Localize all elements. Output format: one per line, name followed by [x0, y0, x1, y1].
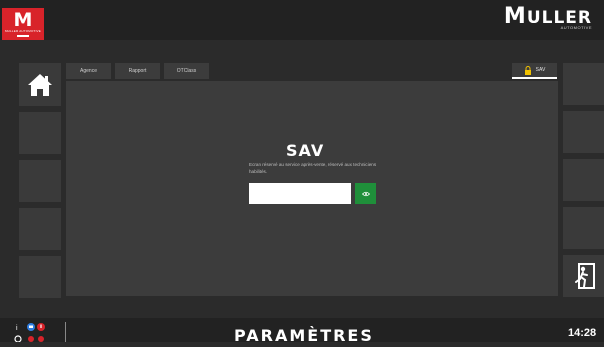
- page-title: PARAMÈTRES: [234, 326, 374, 345]
- sidebar-left-slot-2[interactable]: [19, 112, 61, 154]
- sidebar-right-slot-3[interactable]: [563, 159, 604, 201]
- right-sidebar: [563, 63, 604, 303]
- page-heading: SAV: [286, 141, 325, 160]
- footer-divider: [65, 322, 66, 342]
- notification-icon[interactable]: [38, 336, 44, 342]
- eye-icon: [361, 191, 370, 196]
- brand-name-first: M: [503, 4, 527, 29]
- home-icon: [28, 73, 52, 96]
- tab-agence[interactable]: Agence: [66, 63, 111, 79]
- sidebar-right-slot-4[interactable]: [563, 207, 604, 249]
- settings-icon[interactable]: [14, 335, 22, 343]
- tab-label: Rapport: [128, 68, 147, 74]
- tab-label: OTClass: [176, 68, 197, 74]
- muller-brand: MULLER AUTOMOTIVE: [504, 6, 592, 31]
- logo-subtext: MULLER AUTOMOTIVE: [4, 29, 42, 33]
- lock-icon: [524, 65, 531, 75]
- logo-letter: M: [13, 9, 33, 31]
- sidebar-left-slot-5[interactable]: [19, 256, 61, 298]
- tab-sav[interactable]: SAV: [512, 63, 557, 79]
- status-icons: i: [14, 322, 60, 343]
- left-sidebar: [19, 63, 61, 304]
- clock: 14:28: [568, 327, 597, 339]
- alert-icon[interactable]: [37, 323, 45, 331]
- tab-label: Agence: [80, 68, 97, 74]
- logo-bar: [17, 35, 29, 37]
- chat-icon[interactable]: [27, 323, 35, 331]
- tab-label: SAV: [535, 67, 546, 73]
- sidebar-right-slot-1[interactable]: [563, 63, 604, 105]
- exit-icon: [575, 263, 595, 289]
- warning-icon[interactable]: [28, 336, 34, 342]
- home-button[interactable]: [19, 63, 61, 106]
- sidebar-right-slot-2[interactable]: [563, 111, 604, 153]
- exit-button[interactable]: [563, 255, 604, 297]
- submit-button[interactable]: [355, 183, 376, 204]
- sidebar-left-slot-3[interactable]: [19, 160, 61, 202]
- svg-text:i: i: [16, 325, 18, 332]
- info-icon[interactable]: i: [16, 325, 18, 332]
- sidebar-left-slot-4[interactable]: [19, 208, 61, 250]
- tab-otclass[interactable]: OTClass: [164, 63, 209, 79]
- sav-description: Ecran réservé au service après-vente, ré…: [249, 162, 377, 174]
- password-input[interactable]: [249, 183, 351, 204]
- brand-logo[interactable]: M MULLER AUTOMOTIVE: [2, 8, 44, 40]
- tab-rapport[interactable]: Rapport: [115, 63, 160, 79]
